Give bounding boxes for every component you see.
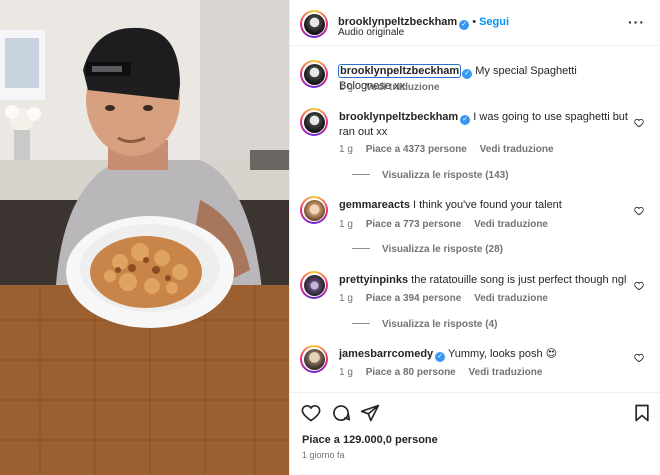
like-heart-icon[interactable] bbox=[301, 403, 321, 423]
comment-username[interactable]: jamesbarrcomedy bbox=[339, 348, 433, 360]
audio-label[interactable]: Audio originale bbox=[338, 27, 404, 38]
see-translation-button[interactable]: Vedi traduzione bbox=[366, 82, 440, 93]
see-translation-button[interactable]: Vedi traduzione bbox=[474, 219, 548, 230]
see-translation-button[interactable]: Vedi traduzione bbox=[469, 367, 543, 378]
view-replies-button[interactable]: Visualizza le risposte (28) bbox=[352, 244, 503, 255]
share-send-icon[interactable] bbox=[360, 403, 380, 423]
comment-likes-button[interactable]: Piace a 394 persone bbox=[366, 293, 462, 304]
comment-text-block: prettyinpinks the ratatouille song is ju… bbox=[339, 273, 629, 287]
comment-meta: 1 g Piace a 80 persone Vedi traduzione bbox=[339, 367, 542, 378]
comment-age: 1 g bbox=[339, 367, 353, 378]
comment-like-heart-icon[interactable] bbox=[634, 353, 644, 363]
save-bookmark-icon[interactable] bbox=[632, 403, 652, 423]
post-sidebar: brooklynpeltzbeckham ✓ • Segui Audio origin… bbox=[289, 0, 660, 475]
comment-avatar[interactable] bbox=[300, 196, 328, 224]
comment-like-heart-icon[interactable] bbox=[634, 281, 644, 291]
comment-username[interactable]: gemmareacts bbox=[339, 199, 410, 211]
view-replies-label: Visualizza le risposte (28) bbox=[382, 244, 503, 255]
comment-text-block: gemmareacts I think you've found your ta… bbox=[339, 198, 629, 212]
see-translation-button[interactable]: Vedi traduzione bbox=[480, 144, 554, 155]
post-actions: Piace a 129.000,0 persone 1 giorno fa bbox=[290, 392, 660, 475]
comment-item: brooklynpeltzbeckham ✓ I was going to use… bbox=[300, 108, 650, 183]
comment-meta: 1 g Piace a 4373 persone Vedi traduzione bbox=[339, 144, 554, 155]
caption-avatar[interactable] bbox=[300, 60, 328, 88]
verified-badge-icon: ✓ bbox=[459, 20, 470, 30]
follow-button[interactable]: Segui bbox=[479, 16, 509, 28]
caption-age: 1 g bbox=[339, 82, 353, 93]
more-horizontal-icon[interactable]: ··· bbox=[628, 14, 645, 30]
caption: brooklynpeltzbeckham ✓ My special Spaghet… bbox=[300, 60, 650, 100]
comment-item: prettyinpinks the ratatouille song is ju… bbox=[300, 271, 650, 333]
post-video[interactable] bbox=[0, 0, 289, 475]
view-replies-label: Visualizza le risposte (143) bbox=[382, 170, 509, 181]
view-replies-button[interactable]: Visualizza le risposte (143) bbox=[352, 170, 509, 181]
comment-meta: 1 g Piace a 773 persone Vedi traduzione bbox=[339, 219, 548, 230]
comment-meta: 1 g Piace a 394 persone Vedi traduzione bbox=[339, 293, 548, 304]
comment-item: gemmareacts I think you've found your ta… bbox=[300, 196, 650, 258]
comment-avatar[interactable] bbox=[300, 345, 328, 373]
post-timestamp: 1 giorno fa bbox=[302, 450, 345, 460]
comment-username[interactable]: brooklynpeltzbeckham bbox=[339, 111, 458, 123]
verified-badge-icon: ✓ bbox=[460, 115, 471, 125]
comment-like-heart-icon[interactable] bbox=[634, 206, 644, 216]
comment-text: I think you've found your talent bbox=[413, 199, 562, 211]
comment-text: Yummy, looks posh 😍 bbox=[448, 348, 558, 360]
comment-text-block: jamesbarrcomedy ✓ Yummy, looks posh 😍 bbox=[339, 347, 629, 362]
comment-age: 1 g bbox=[339, 219, 353, 230]
comment-username[interactable]: prettyinpinks bbox=[339, 274, 408, 286]
comment-like-heart-icon[interactable] bbox=[634, 118, 644, 128]
comment-text: the ratatouille song is just perfect tho… bbox=[411, 274, 627, 286]
view-replies-button[interactable]: Visualizza le risposte (4) bbox=[352, 319, 497, 330]
see-translation-button[interactable]: Vedi traduzione bbox=[474, 293, 548, 304]
author-avatar[interactable] bbox=[300, 10, 328, 38]
comment-bubble-icon[interactable] bbox=[331, 403, 351, 423]
view-replies-label: Visualizza le risposte (4) bbox=[382, 319, 498, 330]
comment-likes-button[interactable]: Piace a 80 persone bbox=[366, 367, 456, 378]
comment-likes-button[interactable]: Piace a 773 persone bbox=[366, 219, 462, 230]
comment-age: 1 g bbox=[339, 293, 353, 304]
post-like-count[interactable]: Piace a 129.000,0 persone bbox=[302, 434, 438, 446]
comment-avatar[interactable] bbox=[300, 108, 328, 136]
caption-username[interactable]: brooklynpeltzbeckham bbox=[337, 64, 462, 78]
comment-item: jamesbarrcomedy ✓ Yummy, looks posh 😍 1 g… bbox=[300, 345, 650, 385]
comment-age: 1 g bbox=[339, 144, 353, 155]
comment-avatar[interactable] bbox=[300, 271, 328, 299]
verified-badge-icon: ✓ bbox=[462, 69, 473, 79]
comment-likes-button[interactable]: Piace a 4373 persone bbox=[366, 144, 467, 155]
cooking-video-frame bbox=[0, 0, 289, 475]
separator-dot: • bbox=[472, 16, 477, 28]
caption-meta: 1 g Vedi traduzione bbox=[339, 82, 440, 93]
comment-text-block: brooklynpeltzbeckham ✓ I was going to use… bbox=[339, 110, 629, 139]
verified-badge-icon: ✓ bbox=[435, 352, 446, 362]
post-header: brooklynpeltzbeckham ✓ • Segui Audio origin… bbox=[290, 0, 660, 46]
